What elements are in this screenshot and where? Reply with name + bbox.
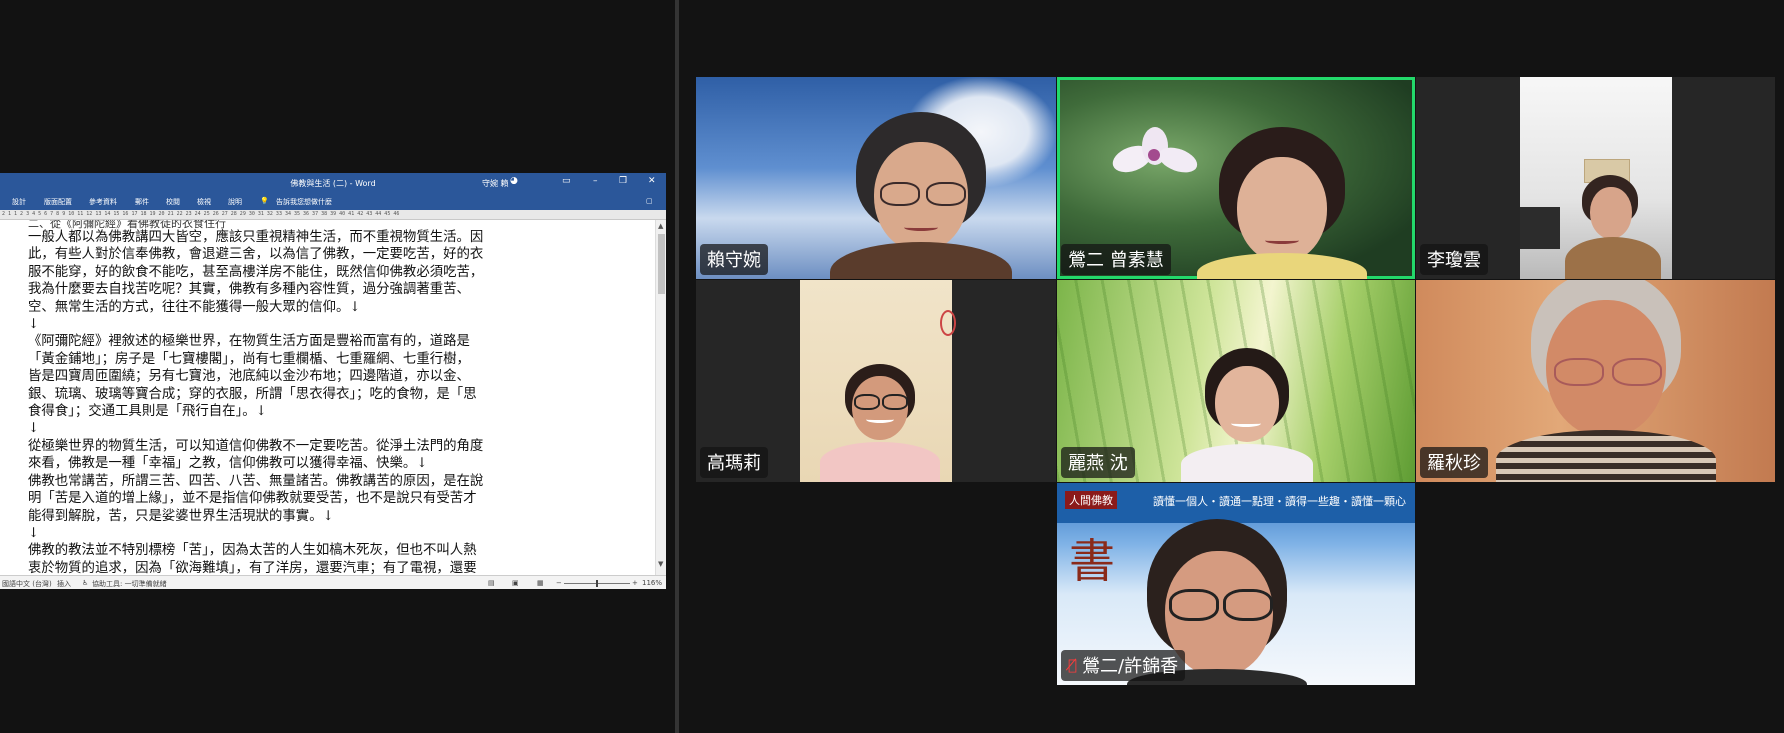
video-tile[interactable]: 賴守婉 [696,77,1056,279]
doc-line: 一般人都以為佛教講四大皆空，應該只重視精神生活，而不重視物質生活。因 [28,230,484,245]
print-layout-icon[interactable]: ▣ [512,579,519,587]
screen-share-area: 佛教與生活 (二) - Word 守婉 賴 ◕ ▭ – ❐ ✕ 設計 版面配置 … [0,0,675,733]
word-ribbon-tabs: 設計 版面配置 參考資料 郵件 校閱 檢視 說明 💡 告訴我您想做什麼 ▢ [0,193,666,210]
document-page[interactable]: 二、從《阿彌陀經》看佛教徒的衣食住行 一般人都以為佛教講四大皆空，應該只重視精神… [0,220,655,589]
doc-line: 佛教的教法並不特別標榜「苦」，因為太苦的人生如槁木死灰，但也不叫人熱 [28,543,477,559]
document-body[interactable]: 二、從《阿彌陀經》看佛教徒的衣食住行 一般人都以為佛教講四大皆空，應該只重視精神… [28,220,518,577]
doc-line: 「黃金鋪地」；房子是「七寶樓閣」，尚有七重欄楯、七重羅網、七重行樹， [28,351,470,367]
video-tile[interactable]: 李瓊雲 [1416,77,1775,279]
participant-video [1181,348,1313,482]
doc-heading-partial: 二、從《阿彌陀經》看佛教徒的衣食住行 [28,220,226,229]
word-user-name[interactable]: 守婉 賴 [482,178,509,189]
doc-line: ↓ [28,317,40,333]
doc-line: 銀、琉璃、玻璃等寶合成；穿的衣服，所謂「思衣得衣」；吃的食物，是「思 [28,386,477,402]
word-window: 佛教與生活 (二) - Word 守婉 賴 ◕ ▭ – ❐ ✕ 設計 版面配置 … [0,173,666,589]
status-language[interactable]: 國語中文 (台灣) [2,579,52,589]
zoom-out-icon[interactable]: − [556,579,562,587]
banner-slogan: 讀懂一個人・讀通一點理・讀得一些趣・讀懂一顆心 [1153,495,1406,508]
calligraphy-logo-icon: 書 [1069,534,1115,588]
participant-video [800,280,956,482]
tab-design[interactable]: 設計 [12,197,26,207]
tab-layout[interactable]: 版面配置 [44,197,72,207]
tab-help[interactable]: 說明 [228,197,242,207]
participant-video [830,112,1012,279]
participant-name-tag: 麗燕 沈 [1061,447,1135,478]
participant-video [1496,280,1716,482]
participant-name: 高瑪莉 [707,453,761,474]
flower-background [1109,127,1202,187]
scroll-down-icon[interactable]: ▼ [658,560,663,568]
web-layout-icon[interactable]: ▦ [537,579,544,587]
tab-review[interactable]: 校閱 [166,197,180,207]
restore-icon[interactable]: ❐ [619,176,627,186]
participant-name: 羅秋珍 [1427,453,1481,474]
minimize-icon[interactable]: – [593,176,598,186]
banner-logo-text: 人間佛教 [1065,491,1117,509]
doc-line: 來看，佛教是一種「幸福」之教，信仰佛教可以獲得幸福、快樂。↓ [28,456,428,472]
scrollbar-thumb[interactable] [658,234,665,294]
doc-line: 能得到解脫，苦，只是娑婆世界生活現狀的事實。↓ [28,508,334,524]
participant-name-tag: 李瓊雲 [1420,244,1488,275]
doc-line: 服不能穿，好的飲食不能吃，甚至高樓洋房不能住，既然信仰佛教必須吃苦， [28,264,484,280]
ribbon-display-options-icon[interactable]: ▭ [562,176,571,186]
participant-name: 賴守婉 [707,250,761,271]
tab-view[interactable]: 檢視 [197,197,211,207]
word-title-bar: 佛教與生活 (二) - Word 守婉 賴 ◕ ▭ – ❐ ✕ [0,173,666,193]
video-tile-active-speaker[interactable]: 鶯二 曾素慧 [1057,77,1415,279]
word-status-bar: 國語中文 (台灣) 插入 ♿ 協助工具: 一切準備就緒 ▤ ▣ ▦ − + 11… [0,575,666,589]
doc-line: 明「苦是入道的增上緣」，並不是指信仰佛教就要受苦，也不是說只有受苦才 [28,491,477,507]
participant-name-tag: 鶯二 曾素慧 [1061,244,1171,275]
zoom-level[interactable]: 116% [642,579,662,587]
status-insert-mode[interactable]: 插入 [57,579,71,589]
ruler: 2 1 1 2 3 4 5 6 7 8 9 10 11 12 13 14 15 … [0,210,666,220]
doc-line: 食得食」；交通工具則是「飛行自在」。↓ [28,404,267,420]
video-tile[interactable]: 高瑪莉 [696,280,1056,482]
ruler-marks: 2 1 1 2 3 4 5 6 7 8 9 10 11 12 13 14 15 … [2,211,400,217]
status-accessibility[interactable]: 協助工具: 一切準備就緒 [92,579,167,589]
doc-line: 我為什麼要去自找苦吃呢？其實，佛教有多種內容性質，過分強調著重苦、 [28,282,470,298]
close-icon[interactable]: ✕ [648,176,656,186]
scroll-up-icon[interactable]: ▲ [658,222,663,230]
tab-mailings[interactable]: 郵件 [135,197,149,207]
tab-references[interactable]: 參考資料 [89,197,117,207]
participant-name: 麗燕 沈 [1068,453,1128,474]
participant-name: 李瓊雲 [1427,250,1481,271]
doc-line: ↓ [28,421,40,437]
virtual-background-banner: 人間佛教 讀懂一個人・讀通一點理・讀得一些趣・讀懂一顆心 [1057,483,1415,523]
zoom-slider-knob[interactable] [596,580,598,587]
participant-name-tag: 羅秋珍 [1420,447,1488,478]
comments-icon[interactable]: ▢ [646,197,653,205]
monitor-background [1520,207,1560,249]
participant-video [1520,77,1672,279]
participant-name: 鶯二/許錦香 [1082,656,1179,677]
lightbulb-icon: 💡 [260,197,269,205]
doc-line: 佛教也常講苦，所謂三苦、四苦、八苦、無量諸苦。佛教講苦的原因，是在說 [28,473,484,489]
focus-mode-icon[interactable]: ▤ [488,579,495,587]
participant-name-tag: 🎙̸ 鶯二/許錦香 [1061,650,1186,681]
split-view-divider[interactable] [675,0,679,733]
user-avatar-icon[interactable]: ◕ [510,176,518,186]
video-tile[interactable]: 麗燕 沈 [1057,280,1415,482]
doc-line: ↓ [28,525,40,541]
zoom-in-icon[interactable]: + [632,579,638,587]
vertical-scrollbar[interactable]: ▲ ▼ [655,220,666,589]
video-tile[interactable]: 人間佛教 讀懂一個人・讀通一點理・讀得一些趣・讀懂一顆心 書 🎙̸ 鶯二/許錦香 [1057,483,1415,685]
doc-line: 皆是四寶周匝圍繞；另有七寶池，池底純以金沙布地；四邊階道，亦以金、 [28,369,470,385]
participant-name-tag: 高瑪莉 [700,447,768,478]
accessibility-icon: ♿ [82,579,89,587]
mic-muted-icon[interactable]: 🎙̸ [1068,656,1077,674]
doc-line: 此，有些人對於信奉佛教，會退避三舍，以為信了佛教，一定要吃苦，好的衣 [28,247,484,263]
participant-video [1197,127,1367,279]
doc-line: 空、無常生活的方式，往往不能獲得一般大眾的信仰。↓ [28,299,361,315]
doc-line: 從極樂世界的物質生活，可以知道信仰佛教不一定要吃苦。從淨土法門的角度 [28,438,484,454]
wall-ornament [940,310,956,336]
participant-name: 鶯二 曾素慧 [1068,250,1164,271]
doc-line: 《阿彌陀經》裡敘述的極樂世界，在物質生活方面是豐裕而富有的，道路是 [28,334,470,350]
participant-name-tag: 賴守婉 [700,244,768,275]
video-tile[interactable]: 羅秋珍 [1416,280,1775,482]
tell-me-search[interactable]: 告訴我您想做什麼 [276,197,332,207]
